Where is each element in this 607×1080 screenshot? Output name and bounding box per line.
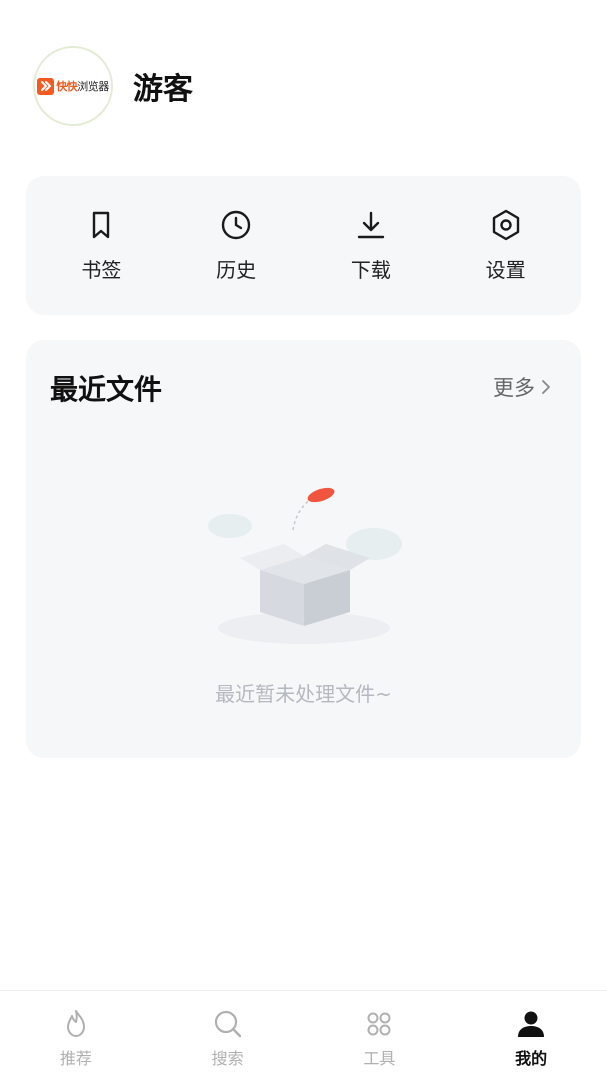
username[interactable]: 游客	[133, 64, 193, 108]
quick-action-label: 设置	[485, 258, 526, 282]
quick-action-label: 历史	[216, 258, 257, 282]
bookmark-icon	[93, 211, 110, 239]
quick-action-history[interactable]: 历史	[176, 208, 296, 283]
quick-action-label: 书签	[81, 258, 122, 282]
tab-recommend[interactable]: 推荐	[16, 991, 136, 1069]
flame-icon	[66, 1010, 85, 1037]
tab-tools[interactable]: 工具	[319, 991, 439, 1069]
quick-action-label: 下载	[350, 258, 391, 282]
tab-label: 搜索	[211, 1049, 244, 1068]
empty-state-text: 最近暂未处理文件~	[215, 682, 392, 706]
quick-actions-card: 书签 历史 下载 设置	[26, 176, 581, 315]
tab-label: 工具	[363, 1049, 396, 1068]
grid-icon	[367, 1012, 391, 1036]
app-logo-text: 快快浏览器	[56, 80, 109, 93]
recent-files-card: 最近文件 更多 最近暂未处理文件~	[26, 340, 581, 758]
app-logo-icon	[37, 77, 55, 95]
tab-label: 推荐	[59, 1049, 92, 1068]
user-icon	[518, 1011, 545, 1037]
profile-page: 快快浏览器 游客 书签 历史 下载 设置 最近文件 更多 最近暂未处理文件~ 推…	[0, 0, 607, 1080]
quick-action-bookmarks[interactable]: 书签	[41, 208, 161, 283]
clock-icon	[221, 210, 251, 240]
search-icon	[214, 1010, 241, 1038]
tab-label: 我的	[515, 1049, 548, 1068]
tab-mine[interactable]: 我的	[471, 991, 591, 1069]
bottom-tab-bar: 推荐 搜索 工具 我的	[0, 990, 607, 1080]
settings-icon	[492, 209, 519, 241]
empty-box-illustration	[208, 487, 402, 644]
profile-header: 快快浏览器 游客	[33, 46, 193, 126]
quick-action-downloads[interactable]: 下载	[311, 208, 431, 283]
download-icon	[357, 211, 385, 239]
avatar[interactable]: 快快浏览器	[33, 46, 113, 126]
more-link[interactable]: 更多	[493, 372, 553, 402]
tab-search[interactable]: 搜索	[168, 991, 288, 1069]
recent-files-title: 最近文件	[50, 373, 163, 406]
chevron-right-icon	[542, 380, 550, 394]
quick-action-settings[interactable]: 设置	[446, 208, 566, 283]
app-logo: 快快浏览器	[37, 77, 109, 95]
more-label: 更多	[493, 376, 535, 400]
